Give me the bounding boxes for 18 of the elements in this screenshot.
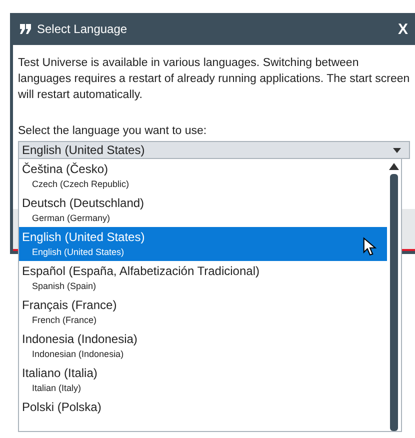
scroll-thumb[interactable] [390, 174, 398, 431]
language-option[interactable]: Polski (Polska) [19, 397, 387, 418]
scroll-up-icon[interactable] [389, 163, 399, 170]
language-option[interactable]: Español (España, Alfabetización Tradicional) Spanish (Spain) [19, 261, 387, 295]
description-text: Test Universe is available in various languages. Switching between languages requires a restart of already running applications. The start screen will restart automatically. [18, 56, 410, 103]
language-option[interactable]: Indonesia (Indonesia) Indonesian (Indonesia) [19, 329, 387, 363]
language-option[interactable]: Deutsch (Deutschland) German (Germany) [19, 193, 387, 227]
mouse-pointer-icon [363, 237, 377, 257]
language-option[interactable]: Italiano (Italia) Italian (Italy) [19, 363, 387, 397]
language-dropdown[interactable]: English (United States) [18, 141, 410, 159]
window-title: Select Language [37, 22, 128, 36]
language-option[interactable]: Français (France) French (France) [19, 295, 387, 329]
language-option[interactable]: English (United States) English (United States) [19, 227, 387, 261]
close-button[interactable]: X [398, 20, 408, 38]
caret-icon [393, 148, 401, 152]
quote-marks-icon [19, 24, 32, 34]
language-option[interactable]: Čeština (Česko) Czech (Czech Republic) [19, 159, 387, 193]
prompt-label: Select the language you want to use: [18, 125, 208, 137]
